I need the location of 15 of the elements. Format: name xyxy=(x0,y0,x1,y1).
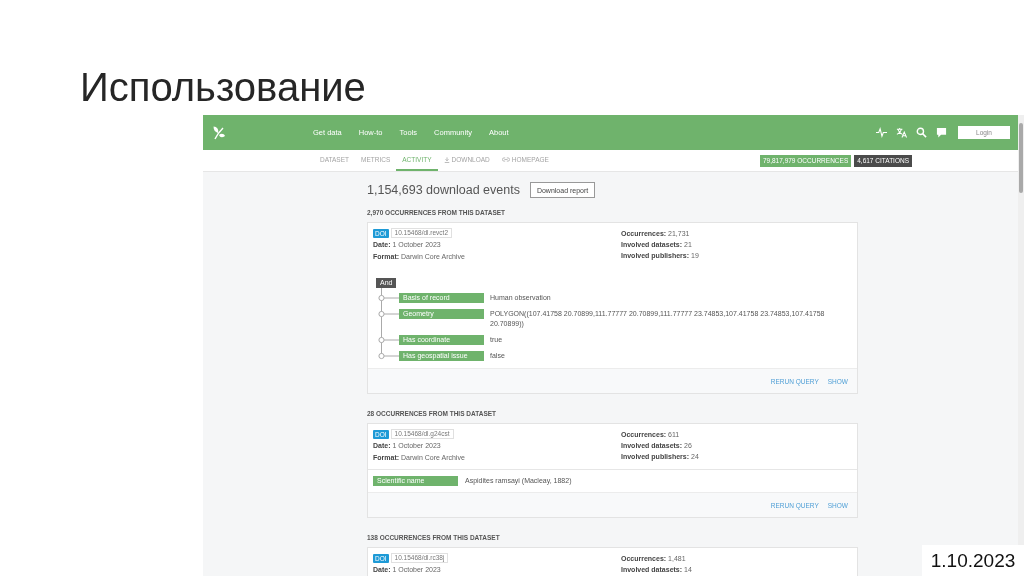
search-icon[interactable] xyxy=(916,127,927,138)
download-events-heading: 1,154,693 download events xyxy=(367,183,520,197)
scrollbar-thumb[interactable] xyxy=(1019,123,1023,193)
translate-icon[interactable] xyxy=(896,127,907,138)
tree-node-icon xyxy=(376,351,399,361)
leaf-logo-icon[interactable] xyxy=(213,125,225,140)
pulse-icon[interactable] xyxy=(876,127,887,138)
tree-node-icon xyxy=(376,309,399,319)
download-icon xyxy=(443,156,450,163)
tree-node-icon xyxy=(376,335,399,345)
slide-title: Использование xyxy=(80,64,366,111)
tree-node-icon xyxy=(376,293,399,303)
link-icon xyxy=(501,157,510,162)
speech-bubble-icon[interactable] xyxy=(936,127,947,138)
scrollbar[interactable] xyxy=(1018,115,1024,545)
